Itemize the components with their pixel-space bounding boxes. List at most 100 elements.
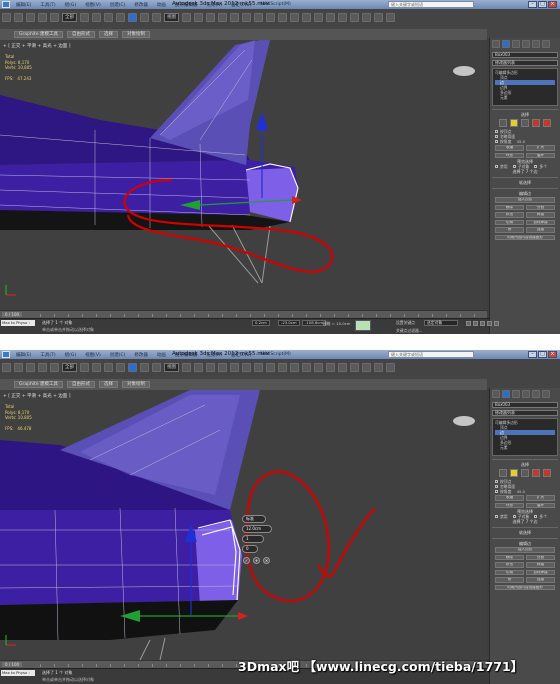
previous-frame-icon[interactable] bbox=[473, 321, 478, 326]
angle-snap-icon[interactable] bbox=[230, 12, 239, 22]
frame-counter[interactable]: 0 / 100 bbox=[2, 662, 23, 667]
maximize-button[interactable]: □ bbox=[538, 351, 547, 358]
gizmo-x-axis-icon[interactable] bbox=[292, 196, 302, 204]
app-logo-icon[interactable] bbox=[2, 1, 10, 8]
target-weld-button[interactable]: 目标焊接 bbox=[526, 569, 555, 575]
polygon-level-icon[interactable] bbox=[532, 119, 540, 127]
connect-button[interactable]: 连接 bbox=[526, 577, 555, 583]
rendered-frame-icon[interactable] bbox=[374, 362, 383, 372]
curve-editor-icon[interactable] bbox=[326, 12, 335, 22]
modify-panel-icon[interactable] bbox=[502, 40, 510, 48]
close-button[interactable]: × bbox=[548, 1, 557, 8]
menu-item[interactable]: 动画 bbox=[157, 2, 166, 8]
bind-space-warp-icon[interactable] bbox=[50, 12, 59, 22]
loop-button[interactable]: 循环 bbox=[526, 502, 555, 508]
tab-graphite[interactable]: Graphite 建模工具 bbox=[14, 31, 64, 38]
border-level-icon[interactable] bbox=[521, 119, 529, 127]
minimize-button[interactable]: – bbox=[528, 1, 537, 8]
bind-space-warp-icon[interactable] bbox=[50, 362, 59, 372]
tab-selection[interactable]: 选择 bbox=[99, 381, 119, 388]
weld-button[interactable]: 焊接 bbox=[526, 212, 555, 218]
edge-level-icon[interactable] bbox=[510, 119, 518, 127]
grow-button[interactable]: 扩大 bbox=[526, 145, 555, 151]
pivot-icon[interactable] bbox=[182, 362, 191, 372]
named-selection-icon[interactable] bbox=[266, 362, 275, 372]
scale-icon[interactable] bbox=[152, 362, 161, 372]
perspective-viewport[interactable]: + [ 正交 + 平滑 + 高光 + 边面 ] Total Polys: 8,1… bbox=[0, 40, 487, 310]
insert-vertex-button[interactable]: 插入顶点 bbox=[495, 197, 555, 203]
selection-set-dropdown[interactable]: 选定对象 bbox=[424, 320, 458, 326]
select-by-name-icon[interactable] bbox=[92, 362, 101, 372]
selection-filter-dropdown[interactable]: 全部 bbox=[62, 12, 77, 22]
ok-check-icon[interactable]: ✓ bbox=[243, 557, 250, 564]
soft-selection-rollout[interactable]: 软选择 bbox=[492, 527, 558, 535]
apply-plus-icon[interactable]: + bbox=[253, 557, 260, 564]
utilities-panel-icon[interactable] bbox=[542, 390, 550, 398]
minimize-button[interactable]: – bbox=[528, 351, 537, 358]
gizmo-z-axis-icon[interactable] bbox=[256, 112, 268, 130]
scale-icon[interactable] bbox=[152, 12, 161, 22]
render-production-icon[interactable] bbox=[386, 12, 395, 22]
selection-rollout-title[interactable]: 选择 bbox=[492, 112, 558, 117]
maximize-button[interactable]: □ bbox=[538, 1, 547, 8]
remove-button[interactable]: 移除 bbox=[495, 554, 524, 560]
tab-selection[interactable]: 选择 bbox=[99, 31, 119, 38]
menu-item[interactable]: 组(G) bbox=[65, 2, 77, 8]
mirror-icon[interactable] bbox=[278, 12, 287, 22]
target-weld-button[interactable]: 目标焊接 bbox=[526, 219, 555, 225]
create-panel-icon[interactable] bbox=[492, 40, 500, 48]
material-editor-icon[interactable] bbox=[350, 12, 359, 22]
unlink-icon[interactable] bbox=[38, 12, 47, 22]
split-button[interactable]: 分割 bbox=[526, 554, 555, 560]
reference-coordinate-dropdown[interactable]: 视图 bbox=[164, 362, 179, 372]
help-search-input[interactable]: 键入关键字或短语 bbox=[388, 1, 474, 8]
polygon-level-icon[interactable] bbox=[532, 469, 540, 477]
keyboard-shortcut-icon[interactable] bbox=[206, 362, 215, 372]
loop-button[interactable]: 循环 bbox=[526, 152, 555, 158]
redo-icon[interactable] bbox=[14, 12, 23, 22]
vertex-level-icon[interactable] bbox=[499, 119, 507, 127]
menu-item[interactable]: 修改器 bbox=[134, 2, 148, 8]
soft-selection-rollout[interactable]: 软选择 bbox=[492, 177, 558, 185]
aircraft-tail-mesh[interactable] bbox=[0, 40, 487, 310]
chamfer-mode-dropdown[interactable]: 标准 bbox=[242, 515, 266, 523]
cancel-x-icon[interactable]: × bbox=[263, 557, 270, 564]
modifier-list-dropdown[interactable]: 修改器列表 bbox=[492, 410, 558, 416]
y-coordinate-field[interactable]: -23.0cm bbox=[278, 320, 300, 326]
object-name-field[interactable]: Box003 bbox=[492, 402, 558, 408]
bridge-button[interactable]: 桥 bbox=[495, 227, 524, 233]
rotate-icon[interactable] bbox=[140, 12, 149, 22]
angle-value[interactable]: 45.0 bbox=[517, 489, 525, 494]
chamfer-button[interactable]: 切角 bbox=[495, 569, 524, 575]
menu-item[interactable]: 编辑(E) bbox=[16, 352, 31, 358]
utilities-panel-icon[interactable] bbox=[542, 40, 550, 48]
next-frame-icon[interactable] bbox=[487, 321, 492, 326]
split-button[interactable]: 分割 bbox=[526, 204, 555, 210]
vertex-level-icon[interactable] bbox=[499, 469, 507, 477]
element-level-icon[interactable] bbox=[543, 119, 551, 127]
tab-freeform[interactable]: 自由形式 bbox=[67, 381, 96, 388]
rect-selection-icon[interactable] bbox=[104, 12, 113, 22]
select-manipulate-icon[interactable] bbox=[194, 12, 203, 22]
play-icon[interactable] bbox=[480, 321, 485, 326]
unlink-icon[interactable] bbox=[38, 362, 47, 372]
select-object-icon[interactable] bbox=[80, 362, 89, 372]
element-level-icon[interactable] bbox=[543, 469, 551, 477]
named-selection-icon[interactable] bbox=[266, 12, 275, 22]
create-shape-button[interactable]: 利用所选内容创建图形 bbox=[495, 234, 555, 240]
bridge-button[interactable]: 桥 bbox=[495, 577, 524, 583]
edge-level-icon[interactable] bbox=[510, 469, 518, 477]
curve-editor-icon[interactable] bbox=[326, 362, 335, 372]
keyboard-shortcut-icon[interactable] bbox=[206, 12, 215, 22]
close-button[interactable]: × bbox=[548, 351, 557, 358]
link-icon[interactable] bbox=[26, 12, 35, 22]
shrink-button[interactable]: 收缩 bbox=[495, 495, 524, 501]
gizmo-x-axis-icon[interactable] bbox=[238, 612, 248, 620]
tab-object-paint[interactable]: 对象绘制 bbox=[122, 381, 151, 388]
motion-panel-icon[interactable] bbox=[522, 40, 530, 48]
graphite-toggle-icon[interactable] bbox=[314, 362, 323, 372]
render-production-icon[interactable] bbox=[386, 362, 395, 372]
connect-button[interactable]: 连接 bbox=[526, 227, 555, 233]
border-level-icon[interactable] bbox=[521, 469, 529, 477]
extrude-button[interactable]: 挤出 bbox=[495, 212, 524, 218]
